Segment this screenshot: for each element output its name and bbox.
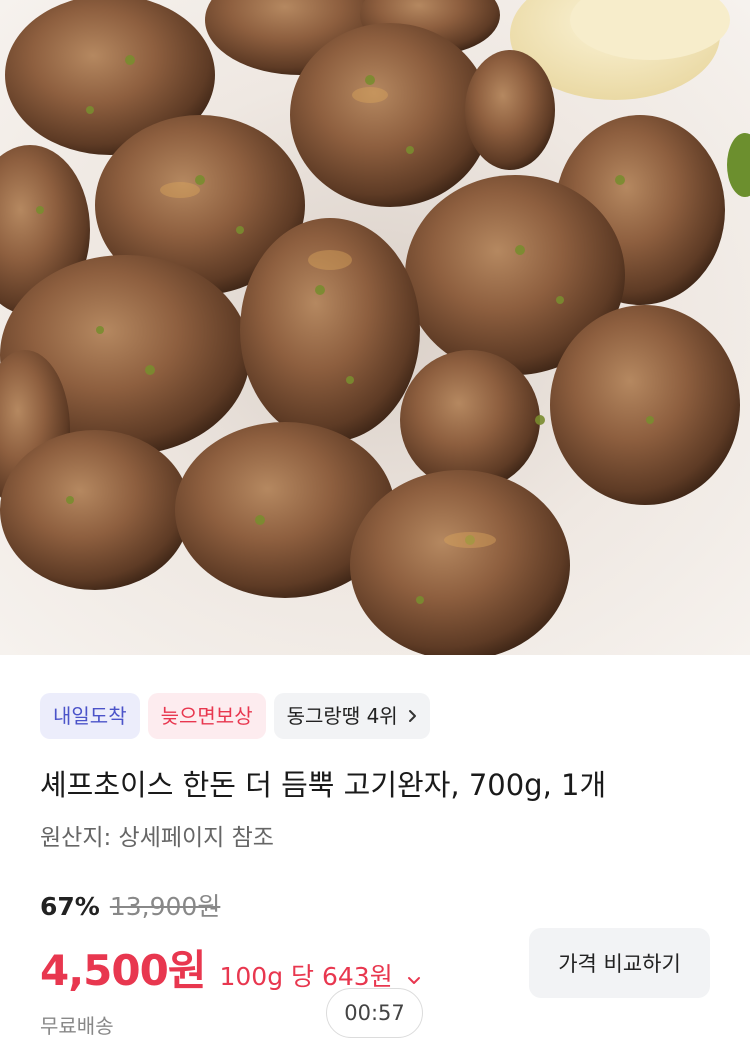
original-price: 13,900원 bbox=[109, 892, 221, 921]
product-info: 내일도착 늦으면보상 동그랑땡 4위 셰프초이스 한돈 더 듬뿍 고기완자, 7… bbox=[0, 655, 750, 1038]
chevron-down-icon[interactable] bbox=[407, 970, 421, 989]
badge-row: 내일도착 늦으면보상 동그랑땡 4위 bbox=[40, 693, 430, 739]
product-image[interactable] bbox=[0, 0, 750, 655]
category-rank-badge[interactable]: 동그랑땡 4위 bbox=[273, 693, 430, 739]
price-compare-button[interactable]: 가격 비교하기 bbox=[529, 928, 710, 998]
meatballs-photo bbox=[0, 0, 750, 655]
category-rank-label: 동그랑땡 4위 bbox=[286, 704, 398, 728]
discount-row: 67% 13,900원 bbox=[40, 887, 220, 923]
chevron-right-icon bbox=[408, 710, 416, 722]
arrival-badge: 내일도착 bbox=[40, 693, 140, 739]
late-compensation-badge: 늦으면보상 bbox=[147, 693, 266, 739]
product-title: 셰프초이스 한돈 더 듬뿍 고기완자, 700g, 1개 bbox=[40, 768, 607, 802]
shipping-info: 무료배송 bbox=[40, 1014, 114, 1038]
timer-badge: 00:57 bbox=[326, 988, 423, 1038]
sale-price: 4,500원 bbox=[40, 946, 206, 995]
origin-info: 원산지: 상세페이지 참조 bbox=[40, 825, 274, 851]
discount-rate: 67% bbox=[40, 892, 100, 921]
